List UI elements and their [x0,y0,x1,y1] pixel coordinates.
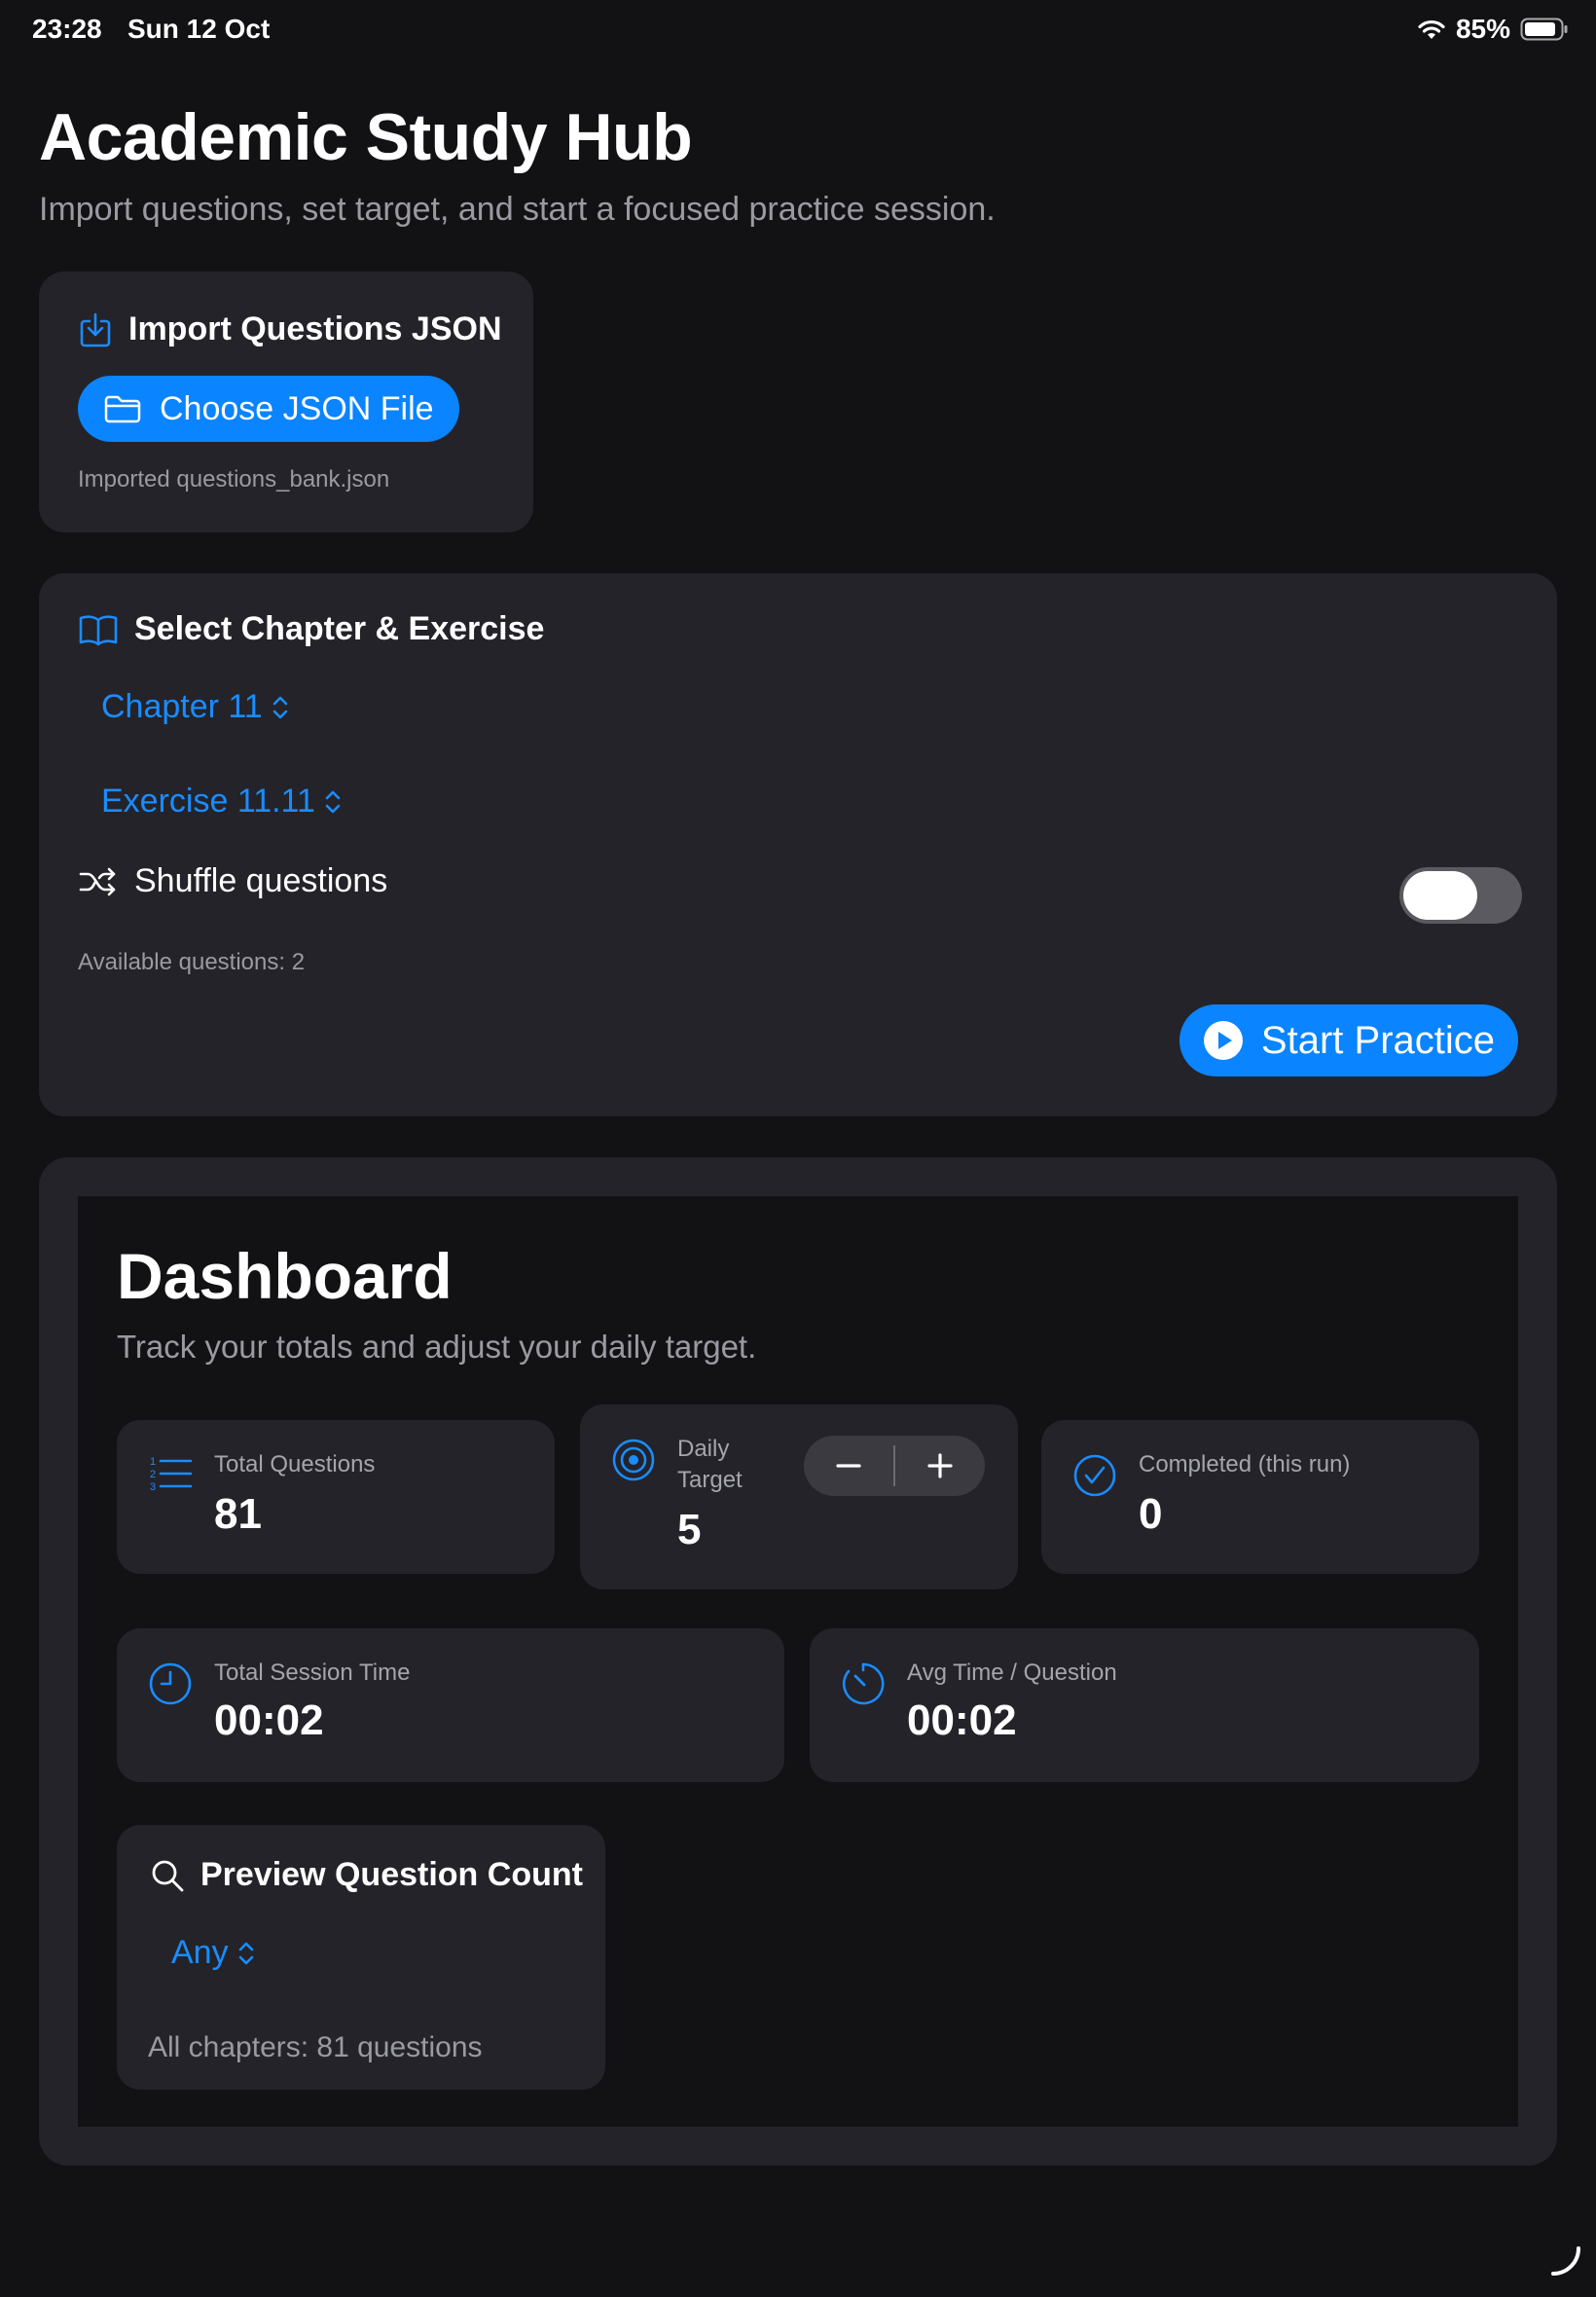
battery-percent: 85% [1455,14,1510,44]
svg-text:1: 1 [150,1456,156,1468]
dashboard-subtitle: Track your totals and adjust your daily … [117,1329,757,1365]
session-time-label: Total Session Time [214,1659,411,1686]
shuffle-toggle[interactable] [1399,867,1522,924]
shuffle-label: Shuffle questions [134,862,388,899]
book-icon [79,614,118,645]
dashboard-panel: Dashboard Track your totals and adjust y… [78,1196,1518,2127]
start-practice-button[interactable]: Start Practice [1179,1004,1518,1076]
play-circle-icon [1203,1021,1243,1060]
session-time-value: 00:02 [214,1696,324,1744]
daily-target-value: 5 [677,1506,702,1553]
select-heading: Select Chapter & Exercise [78,610,544,648]
preview-heading: Preview Question Count [150,1856,583,1894]
choose-json-button[interactable]: Choose JSON File [78,376,459,442]
toggle-knob [1403,871,1477,920]
import-heading: Import Questions JSON [78,310,502,348]
import-icon [80,312,111,346]
select-chapter-card: Select Chapter & Exercise Chapter 11 Exe… [39,573,1557,1116]
exercise-picker-value: Exercise 11.11 [101,783,315,820]
exercise-picker[interactable]: Exercise 11.11 [101,783,343,820]
preview-count-value: Any [171,1934,229,1971]
increment-button[interactable] [895,1436,985,1496]
status-bar: 23:28 Sun 12 Oct 85% [0,0,1596,62]
preview-heading-label: Preview Question Count [200,1856,583,1893]
svg-text:3: 3 [150,1481,156,1493]
completed-stat: Completed (this run) 0 [1041,1420,1479,1574]
status-time: 23:28 [32,14,102,44]
avg-time-label: Avg Time / Question [907,1659,1117,1686]
numbered-list-icon: 1 2 3 [150,1456,193,1493]
timer-icon [842,1662,885,1705]
daily-target-stepper [804,1436,985,1496]
preview-count-card: Preview Question Count Any All chapters:… [117,1825,605,2090]
clock-icon [149,1662,192,1705]
daily-target-label: Daily Target [677,1436,743,1493]
select-heading-label: Select Chapter & Exercise [134,610,545,647]
import-heading-label: Import Questions JSON [128,310,502,347]
search-icon [152,1860,184,1891]
completed-value: 0 [1139,1490,1163,1538]
total-questions-value: 81 [214,1490,262,1538]
decrement-button[interactable] [804,1436,893,1496]
avg-time-value: 00:02 [907,1696,1017,1744]
folder-icon [104,395,141,423]
minus-icon [836,1464,861,1468]
target-icon [612,1439,655,1481]
avg-time-stat: Avg Time / Question 00:02 [810,1628,1479,1782]
chapter-picker-value: Chapter 11 [101,688,263,725]
battery-icon [1520,18,1568,41]
dashboard-title: Dashboard [117,1240,453,1312]
import-card: Import Questions JSON Choose JSON File I… [39,272,533,532]
preview-count-picker[interactable]: Any [171,1934,256,1972]
page-title: Academic Study Hub [39,100,693,174]
checkmark-circle-icon [1073,1454,1116,1497]
completed-label: Completed (this run) [1139,1451,1351,1477]
chevron-up-down-icon [238,1942,253,1964]
total-questions-stat: 1 2 3 Total Questions 81 [117,1420,555,1574]
choose-json-label: Choose JSON File [160,389,434,427]
resize-handle-icon[interactable] [1549,2244,1582,2278]
daily-target-stat: Daily Target 5 [580,1404,1018,1589]
import-status: Imported questions_bank.json [78,466,390,492]
wifi-icon [1418,19,1445,39]
chevron-up-down-icon [272,696,288,718]
chevron-up-down-icon [325,790,341,813]
preview-summary: All chapters: 81 questions [148,2031,483,2063]
status-date: Sun 12 Oct [127,14,271,44]
available-questions: Available questions: 2 [78,949,306,975]
svg-text:2: 2 [150,1469,156,1480]
session-time-stat: Total Session Time 00:02 [117,1628,784,1782]
status-right: 85% [1417,14,1569,45]
chapter-picker[interactable]: Chapter 11 [101,688,290,726]
dashboard-card: Dashboard Track your totals and adjust y… [39,1157,1557,2166]
page-subtitle: Import questions, set target, and start … [39,191,996,228]
total-questions-label: Total Questions [214,1451,376,1477]
plus-icon [927,1453,953,1478]
shuffle-icon [79,867,116,895]
start-practice-label: Start Practice [1260,1018,1495,1062]
shuffle-row: Shuffle questions [78,862,387,900]
